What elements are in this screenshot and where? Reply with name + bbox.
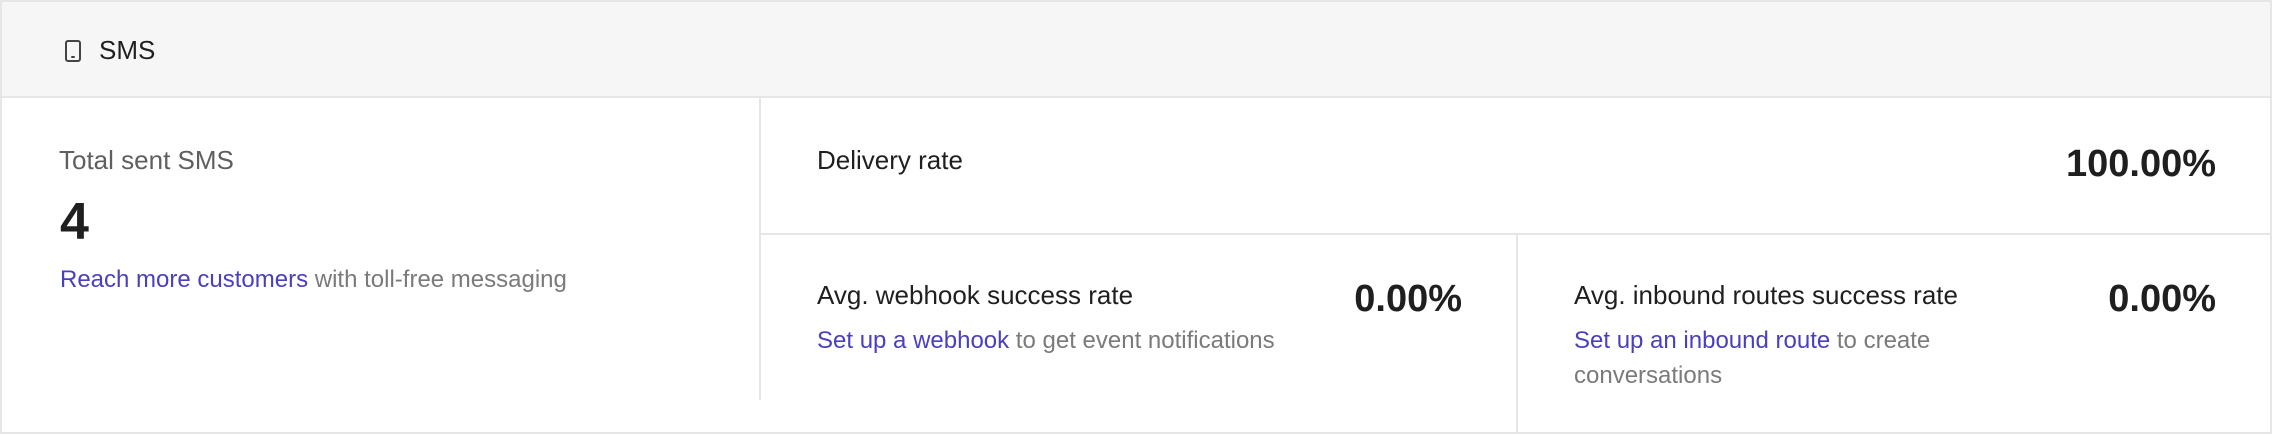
total-sent-helper-text: with toll-free messaging: [308, 266, 567, 293]
sms-stats-panel: SMS Total sent SMS 4 Reach more customer…: [0, 0, 2272, 434]
inbound-routes-helper: Set up an inbound route to create conver…: [1574, 323, 1994, 393]
inbound-routes-label: Avg. inbound routes success rate: [1574, 280, 1958, 310]
total-sent-helper: Reach more customers with toll-free mess…: [60, 262, 720, 297]
divider-vertical: [759, 98, 761, 400]
divider-vertical-bottom: [1516, 235, 1518, 434]
webhook-helper-text: to get event notifications: [1009, 327, 1275, 354]
panel-title: SMS: [99, 35, 156, 65]
delivery-rate-value: 100.00%: [2065, 143, 2216, 185]
total-sent-value: 4: [60, 193, 89, 251]
set-up-webhook-link[interactable]: Set up a webhook: [817, 327, 1009, 354]
set-up-inbound-route-link[interactable]: Set up an inbound route: [1574, 327, 1830, 354]
delivery-rate-label: Delivery rate: [817, 145, 963, 175]
inbound-routes-value: 0.00%: [2108, 278, 2216, 320]
panel-header: SMS: [2, 2, 2270, 98]
mobile-phone-icon: [65, 40, 81, 62]
total-sent-label: Total sent SMS: [59, 145, 234, 175]
webhook-success-value: 0.00%: [1354, 278, 1462, 320]
reach-more-customers-link[interactable]: Reach more customers: [60, 266, 308, 293]
webhook-success-label: Avg. webhook success rate: [817, 280, 1134, 310]
webhook-helper: Set up a webhook to get event notificati…: [817, 323, 1337, 358]
